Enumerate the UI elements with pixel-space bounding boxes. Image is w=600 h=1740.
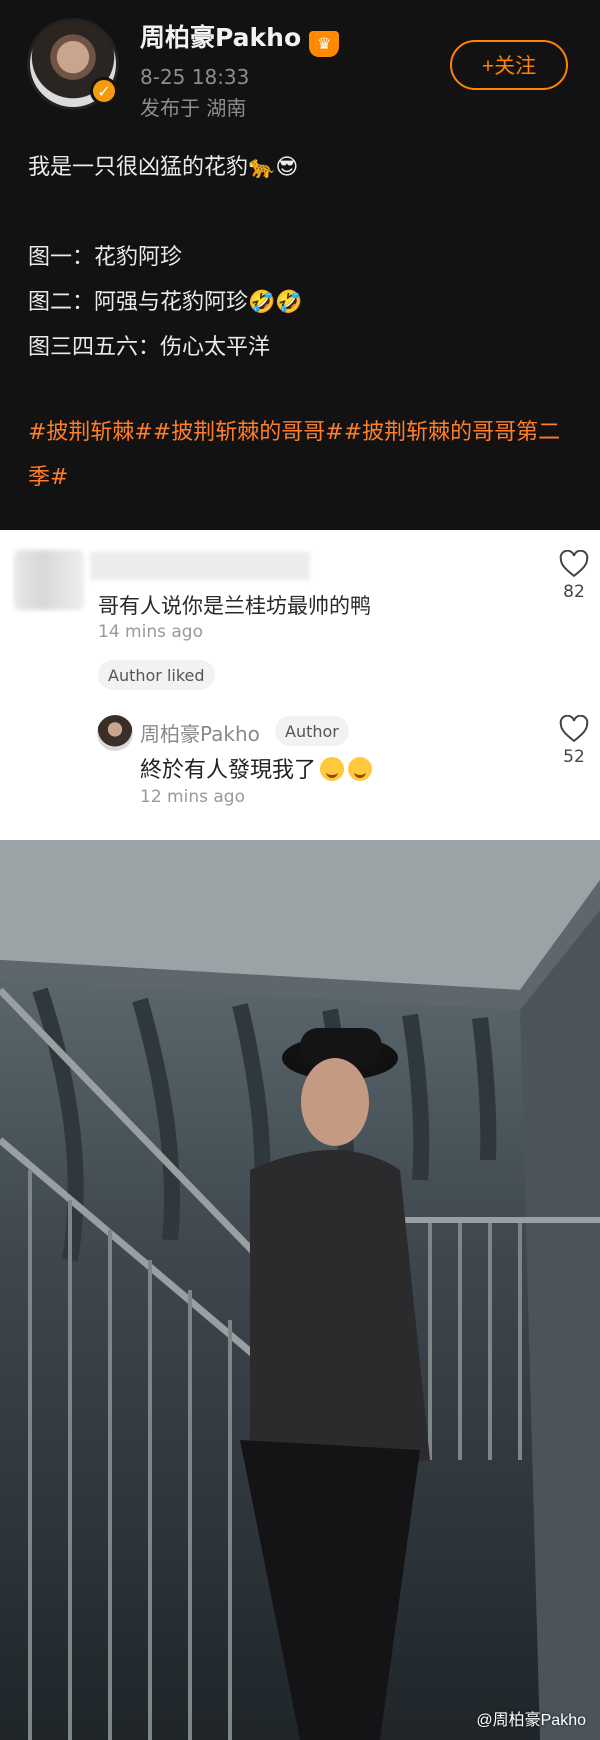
- rofl-emoji-icon: [348, 757, 373, 781]
- author-avatar[interactable]: ✓: [27, 18, 119, 110]
- post-photo[interactable]: @周柏豪Pakho: [0, 840, 600, 1740]
- reply-time: 12 mins ago: [140, 787, 245, 807]
- commenter-name-blurred: [90, 552, 310, 580]
- comment-like[interactable]: 82: [546, 550, 600, 602]
- author-name[interactable]: 周柏豪Pakho ♛: [140, 18, 340, 57]
- follow-button[interactable]: +关注: [450, 40, 568, 90]
- heart-icon[interactable]: [559, 550, 589, 578]
- comment-time: 14 mins ago: [98, 622, 203, 642]
- post-card: ✓ 周柏豪Pakho ♛ 8-25 18:33 发布于 湖南 +关注 我是一只很凶…: [0, 0, 600, 530]
- author-name-text[interactable]: 周柏豪Pakho: [140, 23, 301, 52]
- like-count: 52: [563, 747, 585, 767]
- post-line: 我是一只很凶猛的花豹🐆😎: [28, 155, 299, 180]
- sweatshirt: [250, 1150, 430, 1490]
- author-badge: Author: [275, 716, 349, 746]
- face: [301, 1058, 369, 1146]
- post-location: 发布于 湖南: [140, 96, 247, 120]
- watermark: @周柏豪Pakho: [476, 1712, 586, 1729]
- reply-text: 終於有人發現我了: [140, 752, 373, 784]
- post-line: 图三四五六：伤心太平洋: [28, 335, 271, 360]
- reply-text-content: 終於有人發現我了: [140, 758, 317, 783]
- post-line: 图二：阿强与花豹阿珍🤣🤣: [28, 290, 303, 315]
- reply-author-name[interactable]: 周柏豪Pakho: [140, 722, 260, 746]
- comments-section: 哥有人说你是兰桂坊最帅的鸭 14 mins ago Author liked 8…: [0, 530, 600, 840]
- post-time: 8-25 18:33: [140, 65, 250, 89]
- reply-like[interactable]: 52: [546, 715, 600, 767]
- commenter-avatar-blurred[interactable]: [14, 550, 84, 610]
- reply-author-avatar[interactable]: [97, 715, 133, 751]
- post-body: 我是一只很凶猛的花豹🐆😎 图一：花豹阿珍 图二：阿强与花豹阿珍🤣🤣 图三四五六：…: [28, 145, 568, 370]
- rofl-emoji-icon: [320, 757, 345, 781]
- post-line: [28, 190, 568, 235]
- comment-text: 哥有人说你是兰桂坊最帅的鸭: [98, 594, 371, 618]
- verified-badge-icon: ✓: [90, 77, 118, 105]
- photo-illustration: [0, 840, 600, 1740]
- wall: [520, 910, 600, 1740]
- reply-author[interactable]: 周柏豪Pakho: [140, 718, 260, 747]
- author-liked-badge: Author liked: [98, 660, 215, 690]
- heart-icon[interactable]: [559, 715, 589, 743]
- trousers: [240, 1440, 420, 1740]
- post-line: 图一：花豹阿珍: [28, 245, 183, 270]
- like-count: 82: [563, 582, 585, 602]
- crown-icon: ♛: [309, 31, 340, 57]
- hashtag-links[interactable]: #披荆斩棘##披荆斩棘的哥哥##披荆斩棘的哥哥第二季#: [28, 410, 568, 500]
